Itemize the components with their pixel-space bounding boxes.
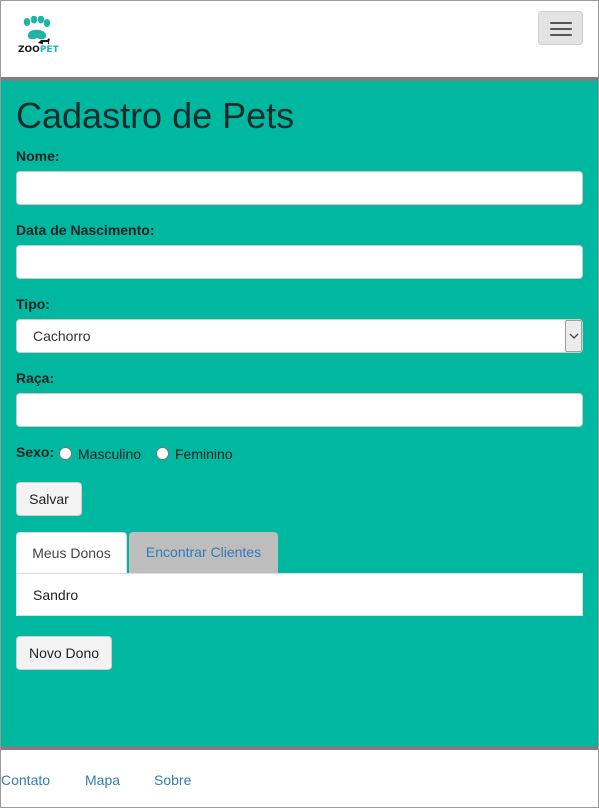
zoopet-logo[interactable]: ZOOPET <box>18 15 60 60</box>
footer-link-contato[interactable]: Contato <box>1 772 50 788</box>
footer: Contato Mapa Sobre <box>1 750 598 807</box>
radio-feminino[interactable] <box>156 447 169 460</box>
save-button[interactable]: Salvar <box>16 482 82 516</box>
tipo-label: Tipo: <box>16 296 50 312</box>
chevron-down-icon[interactable] <box>565 320 582 352</box>
navbar: ZOOPET <box>1 1 598 77</box>
page-title: Cadastro de Pets <box>16 95 295 136</box>
navbar-toggle-button[interactable] <box>538 11 583 45</box>
radio-masculino[interactable] <box>59 447 72 460</box>
data-nascimento-input[interactable] <box>16 245 583 279</box>
new-owner-button[interactable]: Novo Dono <box>16 636 112 670</box>
tipo-select[interactable]: Cachorro <box>16 319 583 353</box>
sexo-label: Sexo: <box>16 444 55 460</box>
footer-link-mapa[interactable]: Mapa <box>85 772 120 788</box>
logo-text-zoo: ZOO <box>18 45 40 55</box>
tab-meus-donos[interactable]: Meus Donos <box>16 532 127 574</box>
tipo-select-value: Cachorro <box>33 328 91 344</box>
tab-encontrar-clientes[interactable]: Encontrar Clientes <box>129 532 278 573</box>
tab-panel: Sandro <box>16 573 583 616</box>
nome-label: Nome: <box>16 148 60 164</box>
paw-icon <box>23 15 51 44</box>
owner-tabs: Meus Donos Encontrar Clientes <box>16 532 583 574</box>
logo-wordmark: ZOOPET <box>18 45 60 55</box>
radio-feminino-label: Feminino <box>175 446 233 462</box>
raca-input[interactable] <box>16 393 583 427</box>
main-content: Cadastro de Pets Nome: Data de Nasciment… <box>1 81 598 746</box>
raca-label: Raça: <box>16 370 55 386</box>
logo-text-pet: PET <box>39 45 59 55</box>
nome-input[interactable] <box>16 171 583 205</box>
footer-link-sobre[interactable]: Sobre <box>154 772 191 788</box>
list-item[interactable]: Sandro <box>33 587 78 603</box>
radio-masculino-label: Masculino <box>78 446 142 462</box>
data-nascimento-label: Data de Nascimento: <box>16 222 155 238</box>
